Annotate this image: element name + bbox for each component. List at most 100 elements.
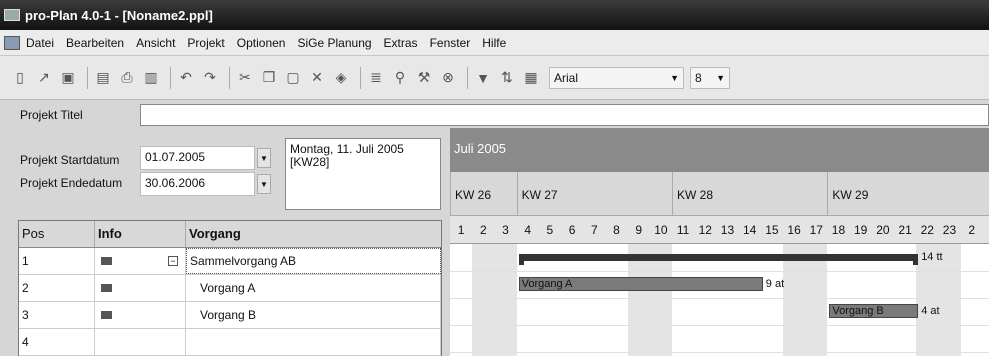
milestone-icon[interactable]: ◈ [331, 67, 351, 89]
gantt-days: 1 2 3 4 5 6 7 8 9 10 11 12 13 14 15 16 17 18 19 20 21 22 23 2 [450, 216, 989, 244]
toolbar-separator [170, 66, 171, 89]
new-icon[interactable]: ▯ [10, 67, 30, 89]
menu-bearbeiten[interactable]: Bearbeiten [66, 36, 124, 50]
gantt-row-line [450, 325, 989, 326]
gantt-day-label: 14 [743, 223, 757, 237]
copy-icon[interactable]: ❐ [259, 67, 279, 89]
paste-icon[interactable]: ▢ [283, 67, 303, 89]
row-name[interactable]: Vorgang B [186, 302, 441, 328]
table-row[interactable]: 3 Vorgang B [19, 302, 441, 329]
preview-icon[interactable]: ▤ [93, 67, 113, 89]
project-title-input[interactable] [140, 104, 989, 126]
sort-icon[interactable]: ⇅ [497, 67, 517, 89]
weekend-shade [472, 244, 495, 356]
link-icon[interactable]: ⚲ [390, 67, 410, 89]
gantt-body: 14 tt Vorgang A9 at Vorgang B4 at [450, 244, 989, 356]
window-title: pro-Plan 4.0-1 - [Noname2.ppl] [25, 7, 213, 23]
row-name[interactable]: Sammelvorgang AB [186, 248, 441, 274]
toolbar-separator [229, 66, 230, 89]
gantt-day-label: 3 [502, 223, 509, 237]
font-size-select[interactable]: 8 ▼ [690, 66, 730, 89]
tools-icon[interactable]: ⚒ [414, 67, 434, 89]
menu-datei[interactable]: Datei [26, 36, 54, 50]
task-bar[interactable]: Vorgang A [518, 277, 763, 291]
task-bar[interactable]: Vorgang B [829, 304, 919, 318]
layout-icon[interactable]: ▦ [521, 67, 541, 89]
end-date-field[interactable]: 30.06.2006 [140, 172, 255, 196]
redo-icon[interactable]: ↷ [200, 67, 220, 89]
gantt-day-label: 22 [920, 223, 934, 237]
document-icon[interactable] [4, 35, 20, 50]
chevron-down-icon: ▼ [716, 72, 725, 83]
row-info: − [95, 248, 186, 274]
info-icon[interactable] [101, 311, 112, 319]
row-pos: 1 [19, 248, 95, 274]
menu-ansicht[interactable]: Ansicht [136, 36, 175, 50]
gantt-month: Juli 2005 [450, 128, 989, 172]
menu-projekt[interactable]: Projekt [187, 36, 224, 50]
book-icon[interactable]: ▥ [141, 67, 161, 89]
header-vorgang[interactable]: Vorgang [186, 221, 441, 247]
project-title-label: Projekt Titel [20, 108, 83, 122]
toolbar: ▯ ↗ ▣ ▤ ⎙ ▥ ↶ ↷ ✂ ❐ ▢ ✕ ◈ ≣ ⚲ ⚒ ⊗ ▼ ⇅ ▦ … [0, 56, 989, 100]
save-icon[interactable]: ▣ [58, 67, 78, 89]
gantt-day-label: 15 [765, 223, 779, 237]
gantt-day-label: 19 [854, 223, 868, 237]
gantt-day-label: 7 [590, 223, 598, 237]
menu-hilfe[interactable]: Hilfe [482, 36, 506, 50]
summary-bar-cap [518, 256, 524, 265]
gantt-day-label: 5 [546, 223, 554, 237]
undo-icon[interactable]: ↶ [176, 67, 196, 89]
row-name[interactable] [186, 329, 441, 355]
gantt-day-label: 21 [898, 223, 912, 237]
gantt-day-label: 11 [676, 223, 690, 237]
gantt-row-line [450, 352, 989, 353]
gantt-day-label: 8 [613, 223, 620, 237]
summary-bar[interactable] [518, 254, 919, 261]
table-row[interactable]: 2 Vorgang A [19, 275, 441, 302]
toolbar-separator [467, 66, 468, 89]
open-icon[interactable]: ↗ [34, 67, 54, 89]
info-icon[interactable] [101, 284, 112, 292]
row-name[interactable]: Vorgang A [186, 275, 441, 301]
gantt-day-label: 6 [568, 223, 576, 237]
print-icon[interactable]: ⎙ [117, 67, 137, 89]
menu-extras[interactable]: Extras [384, 36, 418, 50]
gantt-week-label: KW 29 [827, 172, 947, 216]
menu-optionen[interactable]: Optionen [237, 36, 286, 50]
header-pos[interactable]: Pos [19, 221, 95, 247]
table-row[interactable]: 1 − Sammelvorgang AB [19, 248, 441, 275]
cut-icon[interactable]: ✂ [235, 67, 255, 89]
title-bar: pro-Plan 4.0-1 - [Noname2.ppl] [0, 0, 989, 30]
gantt-day-label: 4 [524, 223, 532, 237]
gantt-day-label: 9 [635, 223, 643, 237]
menu-sige-planung[interactable]: SiGe Planung [297, 36, 371, 50]
gantt-day-label: 2 [968, 223, 976, 237]
current-date-box: Montag, 11. Juli 2005 [KW28] [285, 138, 441, 210]
end-date-dropdown-icon[interactable]: ▼ [257, 174, 271, 194]
row-pos: 3 [19, 302, 95, 328]
row-info [95, 275, 186, 301]
filter-icon[interactable]: ▼ [473, 67, 493, 89]
toolbar-separator [87, 66, 88, 89]
gantt-chart: Juli 2005 KW 26 KW 27 KW 28 KW 29 123456789… [450, 128, 989, 356]
start-date-label: Projekt Startdatum [20, 153, 120, 167]
outline-icon[interactable]: ≣ [366, 67, 386, 89]
table-header: Pos Info Vorgang [19, 221, 441, 248]
row-info [95, 302, 186, 328]
font-size-value: 8 [695, 70, 702, 85]
stop-icon[interactable]: ⊗ [438, 67, 458, 89]
collapse-icon[interactable]: − [168, 256, 178, 266]
menu-fenster[interactable]: Fenster [430, 36, 471, 50]
header-info[interactable]: Info [95, 221, 186, 247]
font-select[interactable]: Arial ▼ [549, 66, 684, 89]
gantt-week-label: KW 26 [450, 172, 517, 216]
info-icon[interactable] [101, 257, 112, 265]
delete-icon[interactable]: ✕ [307, 67, 327, 89]
gantt-day-label: 1 [457, 223, 465, 237]
start-date-field[interactable]: 01.07.2005 [140, 146, 255, 170]
table-row[interactable]: 4 [19, 329, 441, 356]
task-table: Pos Info Vorgang 1 − Sammelvorgang AB 2 … [18, 220, 442, 356]
start-date-dropdown-icon[interactable]: ▼ [257, 148, 271, 168]
menu-bar: Datei Bearbeiten Ansicht Projekt Optione… [0, 30, 989, 56]
